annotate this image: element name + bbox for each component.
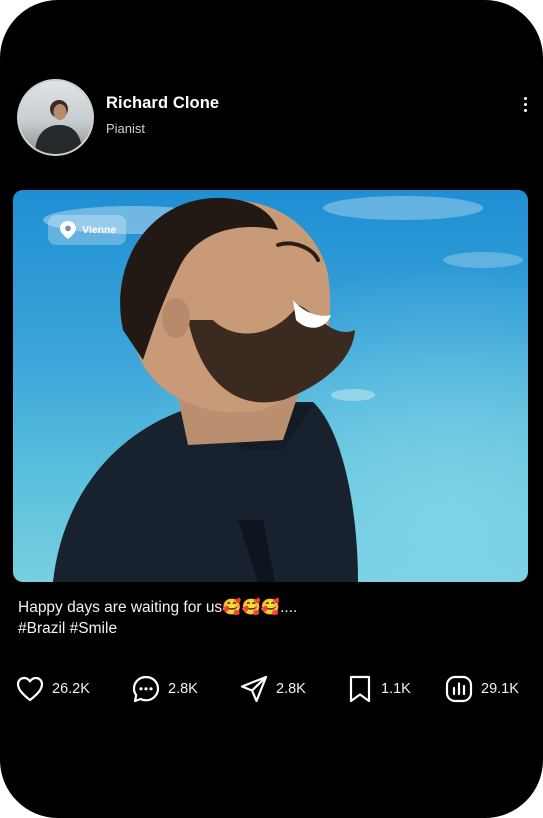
comment-bubble-icon bbox=[132, 675, 160, 703]
bookmark-icon bbox=[349, 675, 371, 703]
views-count: 29.1K bbox=[481, 681, 519, 697]
person-avatar-icon bbox=[35, 100, 83, 154]
action-bar: 26.2K 2.8K 2.8K 1.1K 29.1K bbox=[0, 671, 543, 707]
caption-hashtags[interactable]: #Brazil #Smile bbox=[18, 618, 297, 639]
post-card: Richard Clone Pianist Vienne Happy days … bbox=[0, 0, 543, 818]
post-caption: Happy days are waiting for us🥰🥰🥰.... #Br… bbox=[18, 597, 297, 639]
comment-button[interactable]: 2.8K bbox=[131, 671, 198, 707]
bar-chart-icon bbox=[445, 675, 473, 703]
profile-role: Pianist bbox=[106, 121, 146, 136]
send-icon bbox=[240, 675, 268, 703]
profile-avatar[interactable] bbox=[17, 79, 94, 156]
share-count: 2.8K bbox=[276, 681, 306, 697]
location-pin-icon bbox=[60, 221, 76, 239]
save-button[interactable]: 1.1K bbox=[346, 671, 411, 707]
location-label: Vienne bbox=[82, 224, 117, 236]
like-count: 26.2K bbox=[52, 681, 90, 697]
views-button[interactable]: 29.1K bbox=[444, 671, 519, 707]
comment-count: 2.8K bbox=[168, 681, 198, 697]
heart-icon bbox=[16, 676, 44, 702]
location-tag[interactable]: Vienne bbox=[48, 215, 127, 245]
share-button[interactable]: 2.8K bbox=[239, 671, 306, 707]
caption-text: Happy days are waiting for us🥰🥰🥰.... bbox=[18, 599, 298, 616]
more-options-icon[interactable] bbox=[516, 94, 536, 116]
post-photo[interactable] bbox=[13, 190, 528, 582]
profile-name[interactable]: Richard Clone bbox=[106, 94, 219, 113]
save-count: 1.1K bbox=[381, 681, 411, 697]
laughing-man-image bbox=[43, 196, 523, 582]
like-button[interactable]: 26.2K bbox=[15, 671, 90, 707]
